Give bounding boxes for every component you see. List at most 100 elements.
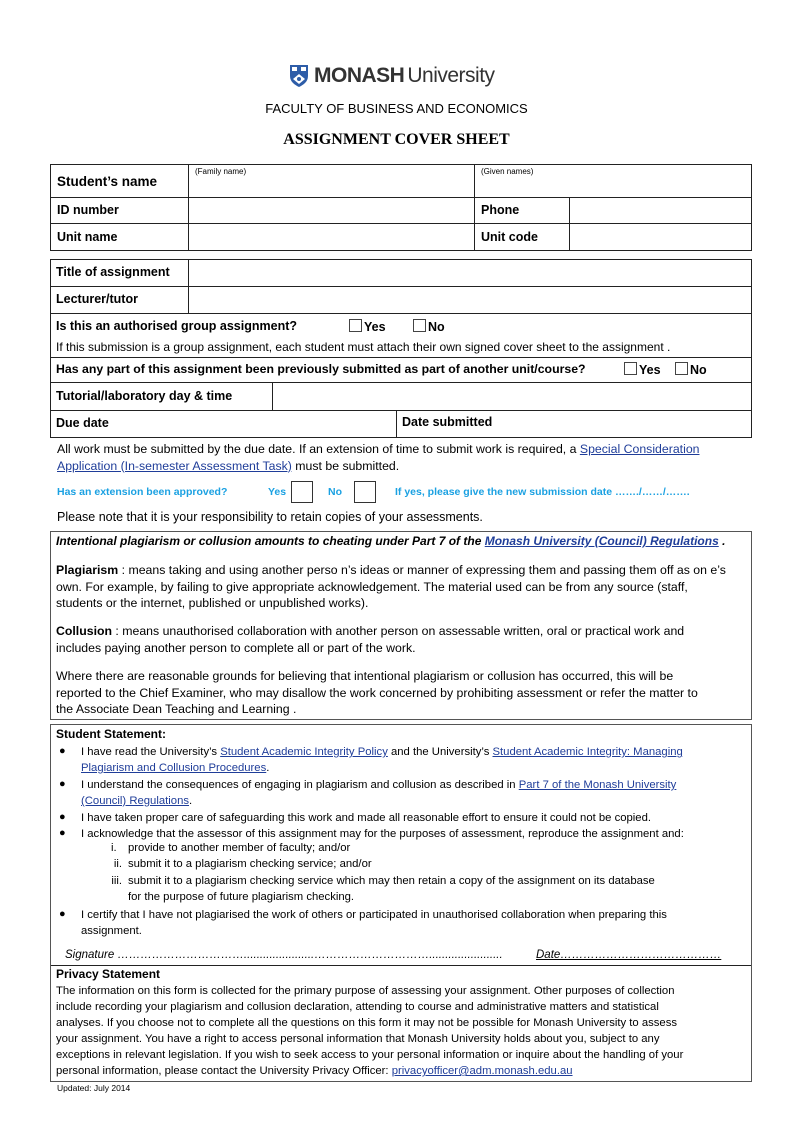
due-date-field[interactable] — [151, 412, 395, 436]
unit-code-label: Unit code — [481, 230, 538, 244]
signature-line[interactable]: Signature ……………………………...................… — [65, 949, 503, 961]
previous-no-option[interactable]: No — [675, 362, 707, 377]
plagiarism-intro-text: Intentional plagiarism or collusion amou… — [56, 534, 485, 548]
due-date-label: Due date — [56, 416, 109, 430]
sub-item-text: submit it to a plagiarism checking servi… — [128, 875, 655, 887]
tutorial-field[interactable] — [274, 384, 750, 409]
monash-logo: MONASH University — [289, 62, 495, 90]
group-no-option[interactable]: No — [413, 319, 445, 334]
sub-item-text-cont: for the purpose of future plagiarism che… — [128, 891, 355, 903]
student-statement-box: Student Statement: ● I have read the Uni… — [50, 724, 752, 1082]
item5-line-1: I certify that I have not plagiarised th… — [81, 909, 667, 921]
phone-label: Phone — [481, 203, 520, 217]
date-submitted-label: Date submitted — [402, 415, 493, 429]
given-names-field[interactable] — [476, 177, 751, 196]
student-name-label: Student’s name — [57, 174, 158, 189]
submission-note-text: All work must be submitted by the due da… — [57, 442, 580, 456]
special-consideration-link[interactable]: Special Consideration — [580, 442, 700, 456]
bullet-icon: ● — [59, 778, 66, 790]
group-assignment-question: Is this an authorised group assignment? — [56, 319, 298, 333]
item1-text-a: I have read the University’s — [81, 746, 221, 758]
previous-yes-checkbox[interactable] — [624, 362, 637, 375]
page-title: ASSIGNMENT COVER SHEET — [283, 131, 510, 148]
plagiarism-box: Intentional plagiarism or collusion amou… — [50, 531, 752, 720]
previous-yes-option[interactable]: Yes — [624, 362, 661, 377]
group-no-checkbox[interactable] — [413, 319, 426, 332]
extension-yes-checkbox[interactable] — [291, 481, 313, 503]
family-name-field[interactable] — [190, 177, 472, 196]
collusion-term: Collusion — [56, 624, 113, 638]
privacy-line-5: exceptions in relevant legislation. If y… — [56, 1049, 684, 1061]
extension-yes-label: Yes — [268, 486, 287, 498]
previous-no-checkbox[interactable] — [675, 362, 688, 375]
plagiarism-intro: Intentional plagiarism or collusion amou… — [56, 533, 725, 550]
date-line[interactable]: Date…………………………………… — [536, 949, 721, 961]
lecturer-tutor-label: Lecturer/tutor — [56, 292, 138, 306]
student-statement-heading: Student Statement: — [56, 727, 167, 741]
privacy-officer-email-link[interactable]: privacyofficer@adm.monash.edu.au — [392, 1065, 573, 1077]
grounds-line-1: Where there are reasonable grounds for b… — [56, 669, 674, 683]
plagiarism-line-1: : means taking and using another perso n… — [118, 563, 726, 577]
unit-name-label: Unit name — [57, 230, 118, 244]
logo-text-university: University — [407, 64, 495, 87]
privacy-line-1: The information on this form is collecte… — [56, 985, 675, 997]
logo-text-monash: MONASH — [314, 64, 405, 87]
plagiarism-line-3: students or the internet, published or u… — [56, 596, 369, 610]
academic-integrity-policy-link[interactable]: Student Academic Integrity Policy — [220, 746, 388, 758]
group-assignment-note: If this submission is a group assignment… — [56, 340, 671, 354]
extension-no-label: No — [328, 486, 342, 498]
submission-note: All work must be submitted by the due da… — [57, 441, 757, 474]
council-regulations-link[interactable]: Monash University (Council) Regulations — [485, 534, 719, 548]
privacy-line-6: personal information, please contact the… — [56, 1065, 392, 1077]
plagiarism-line-2: own. For example, by failing to give app… — [56, 579, 688, 594]
shield-icon — [290, 65, 308, 87]
statement-item-5: I certify that I have not plagiarised th… — [81, 907, 751, 939]
part7-regulations-link-cont[interactable]: (Council) Regulations — [81, 795, 189, 807]
item1-text-b: and the University’s — [387, 746, 493, 758]
managing-plagiarism-link[interactable]: Student Academic Integrity: Managing — [493, 746, 683, 758]
privacy-line-3: analyses. If you choose not to complete … — [56, 1017, 678, 1029]
statement-item-3: I have taken proper care of safeguarding… — [81, 812, 652, 824]
given-names-hint: (Given names) — [481, 167, 534, 176]
part7-regulations-link[interactable]: Part 7 of the Monash University — [519, 779, 677, 791]
extension-new-date: If yes, please give the new submission d… — [395, 486, 690, 498]
title-of-assignment-field[interactable] — [190, 261, 750, 285]
collusion-line-1: : means unauthorised collaboration with … — [112, 624, 685, 638]
sub-item-number: iii. — [111, 875, 122, 887]
grounds-line-2: reported to the Chief Examiner, who may … — [56, 685, 698, 700]
plagiarism-term: Plagiarism — [56, 563, 119, 577]
privacy-statement-text: The information on this form is collecte… — [56, 983, 751, 1079]
title-of-assignment-label: Title of assignment — [56, 265, 170, 279]
unit-name-field[interactable] — [190, 225, 472, 249]
reasonable-grounds-text: Where there are reasonable grounds for b… — [56, 668, 751, 718]
plagiarism-intro-end: . — [718, 534, 726, 548]
unit-code-field[interactable] — [571, 225, 751, 249]
previous-no-label: No — [690, 363, 707, 377]
bullet-icon: ● — [59, 811, 66, 823]
privacy-line-4: your assignment. You have a right to acc… — [56, 1033, 660, 1045]
group-yes-checkbox[interactable] — [349, 319, 362, 332]
statement-item-1: I have read the University’s Student Aca… — [81, 744, 751, 776]
bullet-icon: ● — [59, 908, 66, 920]
phone-field[interactable] — [571, 199, 751, 222]
sub-item-number: i. — [111, 842, 117, 854]
previous-submission-question: Has any part of this assignment been pre… — [56, 362, 586, 376]
id-number-label: ID number — [57, 203, 119, 217]
updated-date: Updated: July 2014 — [57, 1083, 131, 1093]
faculty-name: FACULTY OF BUSINESS AND ECONOMICS — [265, 101, 528, 116]
extension-question: Has an extension been approved? — [57, 486, 228, 498]
special-consideration-link-cont[interactable]: Application (In-semester Assessment Task… — [57, 459, 292, 473]
statement-item-4: I acknowledge that the assessor of this … — [81, 828, 684, 840]
sub-item-number: ii. — [113, 858, 122, 870]
group-yes-option[interactable]: Yes — [349, 319, 386, 334]
managing-plagiarism-link-cont[interactable]: Plagiarism and Collusion Procedures — [81, 762, 266, 774]
lecturer-tutor-field[interactable] — [190, 288, 750, 312]
item2-text: I understand the consequences of engagin… — [81, 779, 519, 791]
assignment-details-table: Title of assignment Lecturer/tutor Is th… — [50, 259, 752, 438]
id-number-field[interactable] — [190, 199, 472, 222]
date-submitted-field[interactable] — [501, 412, 750, 436]
extension-no-checkbox[interactable] — [354, 481, 376, 503]
retain-copies-note: Please note that it is your responsibili… — [57, 510, 483, 524]
submission-note-end: must be submitted. — [291, 458, 400, 473]
privacy-line-2: include recording your plagiarism and co… — [56, 1001, 659, 1013]
